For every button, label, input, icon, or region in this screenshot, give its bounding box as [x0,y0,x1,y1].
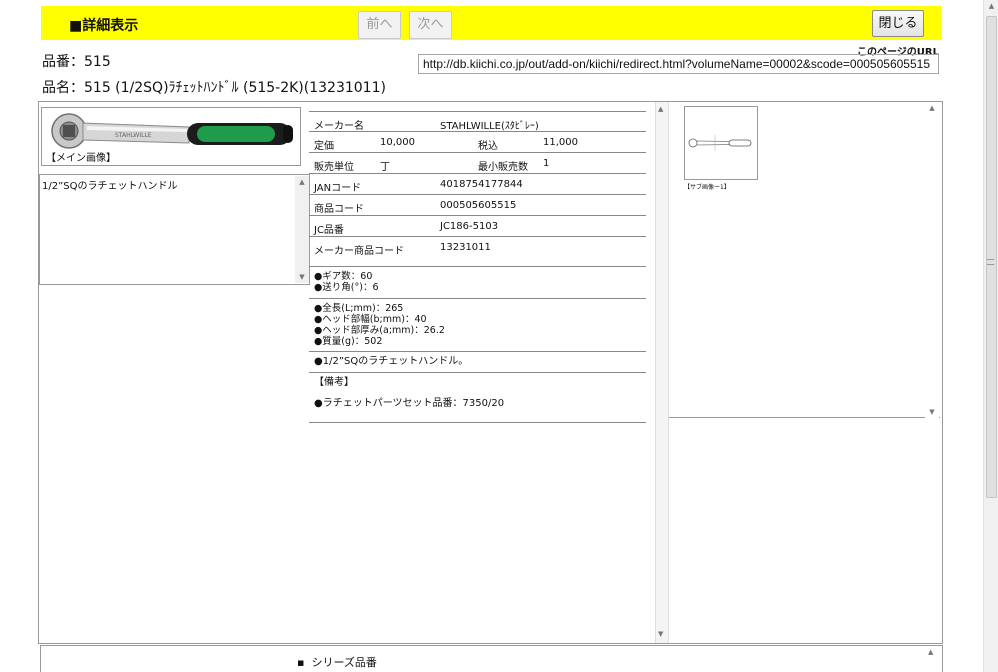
remarks-label: 【備考】 [314,377,354,388]
header-bar: ■詳細表示 前へ 次へ 閉じる [41,6,941,40]
maker-label: メーカー名 [314,121,364,132]
jan-label: JANコード [314,183,362,194]
page-title: ■詳細表示 [69,18,139,34]
unit-label: 販売単位 [314,162,354,173]
description-scrollbar[interactable]: ▲ ▼ [295,176,309,283]
feature-line: ●質量(g)：502 [314,336,383,347]
scroll-up-icon[interactable]: ▲ [295,176,309,188]
features-block-1: ●ギア数：60 ●送り角(°)：6 [309,267,646,299]
maker-code-value: 13231011 [440,242,491,253]
sub-image-thumbnail[interactable] [684,106,758,180]
series-label: ▪ シリーズ品番 [297,656,377,669]
spec-table: メーカー名 STAHLWILLE(ｽﾀﾋﾞﾚｰ) 定価 10,000 税込 11… [309,111,646,423]
min-label: 最小販売数 [478,162,528,173]
ratchet-drawing-image [688,135,752,151]
feature-line: ●ギア数：60 [314,271,373,282]
scroll-up-icon[interactable]: ▲ [984,2,998,10]
scroll-down-icon[interactable]: ▼ [658,630,663,638]
spec-row-maker: メーカー名 STAHLWILLE(ｽﾀﾋﾞﾚｰ) [309,111,646,132]
feature-line: ●送り角(°)：6 [314,282,379,293]
description-box[interactable]: 1/2”SQのラチェットハンドル ▲ ▼ [39,174,310,285]
unit-value: 丁 [380,162,390,173]
spec-row-unit: 販売単位 丁 最小販売数 1 [309,153,646,174]
series-section: ▪ シリーズ品番 ▲ [40,645,943,672]
product-number: 品番：515 [42,54,111,70]
maker-code-label: メーカー商品コード [314,246,404,257]
tax-value: 11,000 [543,137,578,148]
ratchet-handle-image: STAHLWILLE [51,113,293,149]
page-url-field[interactable]: http://db.kiichi.co.jp/out/add-on/kiichi… [418,54,939,74]
scroll-down-icon[interactable]: ▼ [925,406,939,418]
scroll-up-icon[interactable]: ▲ [925,102,939,114]
detail-panel: STAHLWILLE 【メイン画像】 1/2”SQのラチェットハンドル ▲ ▼ … [38,101,943,644]
svg-text:STAHLWILLE: STAHLWILLE [115,132,152,139]
prev-button[interactable]: 前へ [358,11,401,39]
main-image[interactable]: STAHLWILLE 【メイン画像】 [41,107,301,166]
spec-row-jc: JC品番 JC186-5103 [309,216,646,237]
maker-value: STAHLWILLE(ｽﾀﾋﾞﾚｰ) [440,121,539,132]
feature-line: ●全長(L;mm)：265 [314,303,404,314]
spec-scrollbar[interactable]: ▲ ▼ [655,102,669,643]
price-value: 10,000 [380,137,415,148]
price-label: 定価 [314,141,334,152]
sub-image[interactable]: 【サブ画像ー1】 [684,106,774,191]
code-label: 商品コード [314,204,364,215]
spec-row-jan: JANコード 4018754177844 [309,174,646,195]
product-name: 品名：515 (1/2SQ)ﾗﾁｪｯﾄﾊﾝﾄﾞﾙ (515-2K)(132310… [42,80,386,96]
jan-value: 4018754177844 [440,179,523,190]
scrollbar-grip-icon [987,259,994,265]
sub-image-caption: 【サブ画像ー1】 [684,184,730,191]
spec-row-maker-code: メーカー商品コード 13231011 [309,237,646,267]
next-button[interactable]: 次へ [409,11,452,39]
tax-label: 税込 [478,141,498,152]
description-text: 1/2”SQのラチェットハンドル [42,181,178,192]
close-button[interactable]: 閉じる [872,10,924,37]
scroll-up-icon[interactable]: ▲ [658,105,663,113]
features-block-2: ●全長(L;mm)：265 ●ヘッド部幅(b;mm)：40 ●ヘッド部厚み(a;… [309,299,646,352]
jc-value: JC186-5103 [440,221,499,232]
page-scrollbar-thumb[interactable] [986,16,997,498]
jc-label: JC品番 [314,225,344,236]
feature-line: ●ヘッド部幅(b;mm)：40 [314,314,427,325]
scroll-up-icon[interactable]: ▲ [928,648,933,656]
min-value: 1 [543,158,550,169]
features-block-3: ●1/2”SQのラチェットハンドル。 [309,352,646,373]
remarks-text: ●ラチェットパーツセット品番：7350/20 [314,398,505,409]
feature-line: ●ヘッド部厚み(a;mm)：26.2 [314,325,445,336]
feature-line: ●1/2”SQのラチェットハンドル。 [314,356,469,367]
spec-row-code: 商品コード 000505605515 [309,195,646,216]
code-value: 000505605515 [440,200,517,211]
remarks-block: 【備考】 ●ラチェットパーツセット品番：7350/20 [309,373,646,423]
series-label-text: シリーズ品番 [311,656,377,669]
page-scrollbar[interactable]: ▲ [983,0,998,672]
scroll-down-icon[interactable]: ▼ [295,271,309,283]
spec-row-price: 定価 10,000 税込 11,000 [309,132,646,153]
main-image-caption: 【メイン画像】 [46,153,116,164]
sub-image-scrollbar[interactable]: ▲ ▼ [925,102,939,418]
